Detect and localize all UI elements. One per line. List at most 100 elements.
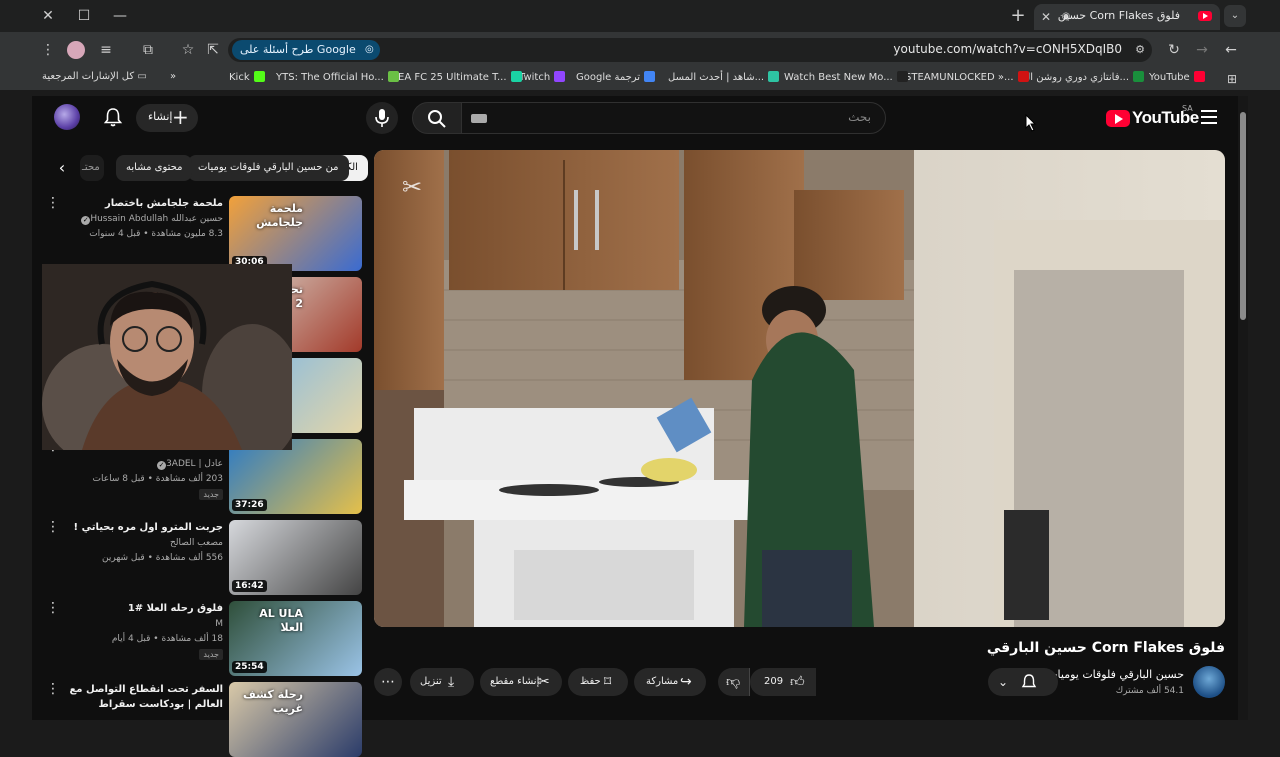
filter-chip[interactable]: من حسين البارقي فلوقات يوميات [188, 155, 349, 181]
channel-avatar[interactable] [1193, 666, 1225, 698]
channel-name[interactable]: مصعب الصالح [170, 538, 223, 548]
media-controls-icon[interactable]: ≡ [96, 40, 116, 60]
scrollbar-thumb[interactable] [1240, 112, 1246, 320]
bookmark-item[interactable]: Kick [229, 71, 265, 83]
video-thumbnail[interactable]: 37:26 [229, 439, 362, 514]
search-icon [428, 110, 446, 128]
youtube-favicon-icon [1198, 11, 1212, 21]
bookmark-favicon-icon [1017, 71, 1029, 82]
profile-avatar-icon[interactable] [66, 40, 86, 60]
video-player[interactable]: ✂ [374, 150, 1225, 627]
bookmark-favicon-icon [896, 71, 908, 82]
search-placeholder: بحث [848, 110, 871, 124]
bookmark-item[interactable]: شاهد | أحدث المسل... [668, 71, 780, 83]
bookmark-favicon-icon [253, 71, 265, 82]
forward-icon[interactable]: → [1192, 40, 1212, 60]
share-button[interactable]: مشاركة ↪ [634, 668, 706, 696]
recommended-video[interactable]: 37:26⋮عادل | 3ADEL✓203 ألف مشاهدة • قبل … [40, 439, 364, 514]
bookmark-favicon-icon [1133, 71, 1145, 82]
bookmark-item[interactable]: فانتازي دوري روشن ال... [1023, 71, 1145, 83]
bookmark-item[interactable]: Twitch [519, 71, 566, 83]
video-thumbnail[interactable]: 16:42 [229, 520, 362, 595]
more-vertical-icon[interactable]: ⋮ [46, 196, 60, 210]
url-text[interactable]: youtube.com/watch?v=cONH5XDqIB0 [893, 42, 1122, 56]
recommended-video[interactable]: ملحمة جلجامش 30:06 ⋮ ملحمة جلجامش باختصار حس… [40, 196, 364, 271]
back-icon[interactable]: ← [1221, 40, 1241, 60]
notifications-bell-icon[interactable] [102, 106, 124, 132]
channel-name[interactable]: M [215, 619, 223, 629]
bookmark-item[interactable]: YTS: The Official Ho... [276, 71, 399, 83]
maximize-window-icon[interactable]: ☐ [74, 6, 94, 26]
bookmark-star-icon[interactable]: ☆ [178, 40, 198, 60]
bookmark-item[interactable]: Google ترجمة [576, 71, 656, 83]
video-meta: 18 ألف مشاهدة • قبل 4 أيام [111, 634, 223, 644]
browser-menu-icon[interactable]: ⋮ [38, 40, 58, 60]
search-input[interactable]: بحث [460, 102, 886, 134]
video-thumbnail[interactable]: AL ULA العلا 25:54 [229, 601, 362, 676]
keyboard-icon[interactable] [471, 114, 487, 123]
extensions-icon[interactable]: ⧉ [138, 40, 158, 60]
video-title: فلوق Corn Flakes حسين البارقي [986, 640, 1225, 656]
clip-button[interactable]: إنشاء مقطع ✂ [480, 668, 562, 696]
search-button[interactable] [412, 102, 462, 134]
tab-search-icon[interactable]: ⌄ [1224, 5, 1246, 27]
browser-tab-active[interactable]: ✕ ◉ فلوق Corn Flakes حسين [1034, 4, 1220, 30]
thumbs-up-icon: 👍︎ [790, 674, 805, 690]
video-meta: 556 ألف مشاهدة • قبل شهرين [102, 553, 223, 563]
save-button[interactable]: حفظ ⌑ [568, 668, 628, 696]
more-vertical-icon[interactable]: ⋮ [46, 520, 60, 534]
new-tab-icon[interactable]: + [1008, 6, 1028, 26]
chevron-left-icon[interactable]: ‹ [52, 158, 72, 178]
video-thumbnail[interactable]: ملحمة جلجامش 30:06 [229, 196, 362, 271]
reload-icon[interactable]: ↻ [1164, 40, 1184, 60]
minimize-window-icon[interactable]: — [110, 6, 130, 26]
bookmark-item[interactable]: YouTube [1149, 71, 1205, 83]
create-button[interactable]: إنشاء + [136, 104, 198, 132]
voice-search-button[interactable] [366, 102, 398, 134]
new-badge: جديد [199, 649, 223, 660]
video-title[interactable]: السفر تحت انقطاع التواصل مع العالم | بود… [63, 682, 223, 712]
subscribe-bell-button[interactable]: ⌄ [988, 668, 1058, 696]
youtube-play-icon [1106, 110, 1130, 127]
video-title[interactable]: جربت المترو اول مره بحياتي ! [63, 520, 223, 535]
bookmarks-overflow-icon[interactable]: » [170, 71, 176, 82]
bookmark-favicon-icon [644, 71, 656, 82]
bookmark-item[interactable]: EA FC 25 Ultimate T... [398, 71, 522, 83]
video-title[interactable]: ملحمة جلجامش باختصار [63, 196, 223, 211]
bookmark-favicon-icon [768, 71, 780, 82]
ask-google-button[interactable]: طرح أسئلة على Google ◎ [232, 40, 380, 60]
user-avatar[interactable] [54, 104, 80, 130]
dislike-button[interactable]: 👎︎ [718, 668, 750, 696]
hamburger-menu-icon[interactable] [1201, 110, 1217, 124]
channel-name[interactable]: حسين عبدالله Hussain Abdullah✓ [78, 214, 223, 225]
filter-chip[interactable]: محتـ [80, 155, 104, 181]
bell-icon [1021, 674, 1037, 688]
filter-chip[interactable]: محتوى مشابه [116, 155, 193, 181]
more-vertical-icon[interactable]: ⋮ [46, 682, 60, 696]
bookmark-label: Google ترجمة [576, 72, 641, 83]
channel-label: عادل | 3ADEL [166, 459, 223, 469]
verified-icon: ✓ [157, 461, 167, 470]
all-bookmarks-folder[interactable]: كل الإشارات المرجعية ▭ [42, 71, 147, 82]
browser-tab-bar: ✕ ☐ — + ✕ ◉ فلوق Corn Flakes حسين ⌄ [0, 0, 1280, 32]
more-actions-button[interactable]: ⋯ [374, 668, 402, 696]
install-app-icon[interactable]: ⇱ [203, 40, 223, 60]
more-vertical-icon[interactable]: ⋮ [46, 601, 60, 615]
apps-grid-icon[interactable]: ⊞ [1222, 69, 1242, 89]
recommended-video[interactable]: 16:42 ⋮ جربت المترو اول مره بحياتي ! مصعب ا… [40, 520, 364, 595]
bookmark-item[interactable]: STEAMUNLOCKED »... [905, 71, 1029, 83]
channel-name[interactable]: عادل | 3ADEL✓ [154, 459, 223, 470]
channel-name[interactable]: حسين البارقي فلوقات يوميات [1047, 668, 1184, 681]
bookmark-favicon-icon [510, 71, 522, 82]
site-settings-icon[interactable]: ⚙ [1130, 40, 1150, 60]
video-title[interactable]: فلوق رحله العلا #1 [63, 601, 223, 616]
close-tab-icon[interactable]: ✕ [1036, 7, 1056, 27]
download-button[interactable]: تنزيل ⤓ [410, 668, 474, 696]
address-bar[interactable]: طرح أسئلة على Google ◎ youtube.com/watch… [228, 38, 1152, 62]
bookmark-label: Watch Best New Mo... [784, 72, 893, 83]
bookmark-item[interactable]: Watch Best New Mo... [784, 71, 908, 83]
recommended-video[interactable]: AL ULA العلا 25:54 ⋮ فلوق رحله العلا #1 M 18 … [40, 601, 364, 676]
close-window-icon[interactable]: ✕ [38, 6, 58, 26]
like-button[interactable]: 209 👍︎ [750, 668, 816, 696]
ask-google-label: طرح أسئلة على Google [240, 43, 356, 56]
